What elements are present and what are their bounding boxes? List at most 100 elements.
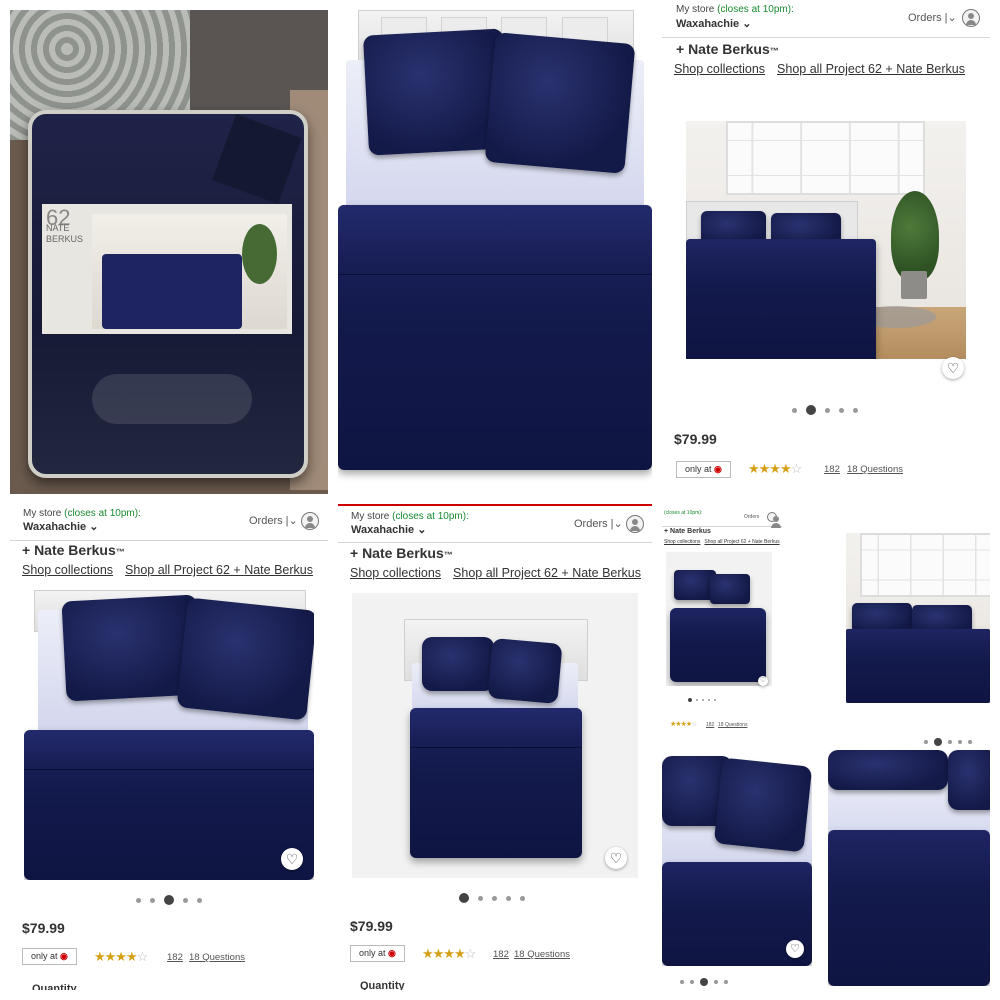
carousel-dot[interactable]	[478, 895, 483, 901]
shop-collections-link[interactable]: Shop collections	[674, 62, 765, 76]
shop-all-link[interactable]: Shop all Project 62 + Nate Berkus	[453, 566, 641, 580]
carousel-dots[interactable]	[680, 978, 728, 986]
favorite-heart-icon[interactable]: ♡	[758, 676, 768, 686]
rating-stars[interactable]: ★★★★☆	[94, 949, 148, 965]
carousel-dot[interactable]	[839, 407, 844, 413]
carousel-dot[interactable]	[150, 897, 155, 903]
store-header: My store (closes at 10pm): Waxahachie ⌄ …	[338, 506, 652, 543]
carousel-dot-active[interactable]	[806, 405, 816, 415]
rating-stars[interactable]: ★★★★☆	[670, 720, 697, 728]
zipper-corner	[212, 114, 302, 204]
product-photo-bed	[828, 750, 990, 986]
favorite-heart-icon[interactable]: ♡	[605, 847, 627, 869]
carousel-dot[interactable]	[714, 699, 716, 701]
carousel-dot[interactable]	[714, 980, 718, 984]
carousel-dot-active[interactable]	[934, 738, 942, 746]
favorite-heart-icon[interactable]: ♡	[281, 848, 303, 870]
carousel-dot[interactable]	[136, 897, 141, 903]
account-avatar-icon[interactable]	[767, 512, 781, 528]
product-photo-room	[686, 121, 966, 359]
carousel-dot[interactable]	[853, 407, 858, 413]
logo-62: 62	[46, 205, 71, 230]
my-store-label: My store (closes at 10pm):	[23, 508, 141, 519]
favorite-heart-icon[interactable]: ♡	[786, 940, 804, 958]
favorite-heart-icon[interactable]: ♡	[942, 357, 964, 379]
shop-collections-link[interactable]: Shop collections	[22, 563, 113, 577]
carousel-dot[interactable]	[948, 740, 952, 744]
questions-link[interactable]: 18 Questions	[514, 949, 570, 960]
carousel-dot[interactable]	[520, 895, 525, 901]
rating-count-link[interactable]: 182	[493, 949, 509, 960]
orders-link[interactable]: Orders |⌄	[249, 514, 298, 527]
carousel-dot[interactable]	[183, 897, 188, 903]
account-avatar-icon[interactable]	[626, 515, 644, 533]
carousel-dot[interactable]	[724, 980, 728, 984]
brand-title: + Nate Berkus™	[350, 545, 453, 561]
screenshot-thumb-b: ★★★★☆ 182 18 Questions ♡	[662, 718, 812, 990]
my-store-label: My store (closes at 10pm):	[676, 4, 794, 15]
rating-count-link[interactable]: 182	[706, 722, 714, 728]
rating-count-link[interactable]: 182	[824, 464, 840, 475]
carousel-dot[interactable]	[690, 980, 694, 984]
carousel-dot[interactable]	[702, 699, 704, 701]
shop-all-link[interactable]: Shop all Project 62 + Nate Berkus	[704, 539, 779, 545]
carousel-dot[interactable]	[506, 895, 511, 901]
orders-link[interactable]: Orders |⌄	[574, 517, 623, 530]
shop-collections-link[interactable]: Shop collections	[664, 539, 700, 545]
carousel-dot[interactable]	[825, 407, 830, 413]
account-avatar-icon[interactable]	[301, 512, 319, 530]
logo-berkus: BERKUS	[46, 234, 84, 244]
carousel-dots[interactable]	[688, 698, 716, 702]
only-at-target-badge: only at ◉	[676, 461, 731, 478]
rating-stars[interactable]: ★★★★☆	[422, 946, 476, 962]
questions-link[interactable]: 18 Questions	[189, 952, 245, 963]
photo-room-thumb	[846, 533, 990, 703]
carousel-dot-active[interactable]	[459, 893, 469, 903]
insert-comforter	[102, 254, 242, 329]
store-header: My store (closes at 10pm): Waxahachie ⌄ …	[662, 0, 990, 38]
carousel-dots[interactable]	[136, 895, 202, 905]
carousel-dot[interactable]	[696, 699, 698, 701]
carousel-dot[interactable]	[968, 740, 972, 744]
carousel-dots[interactable]	[459, 893, 525, 903]
carousel-dots[interactable]	[924, 738, 972, 746]
questions-link[interactable]: 18 Questions	[847, 464, 903, 475]
store-name[interactable]: Waxahachie ⌄	[351, 523, 426, 536]
carousel-dot[interactable]	[680, 980, 684, 984]
carousel-dot[interactable]	[924, 740, 928, 744]
rating-stars[interactable]: ★★★★☆	[748, 461, 802, 477]
shop-all-link[interactable]: Shop all Project 62 + Nate Berkus	[125, 563, 313, 577]
product-photo-bed	[662, 752, 812, 966]
shop-collections-link[interactable]: Shop collections	[350, 566, 441, 580]
room-comforter	[686, 239, 876, 359]
carousel-dot-active[interactable]	[164, 895, 174, 905]
carousel-dot[interactable]	[792, 407, 797, 413]
orders-link[interactable]: Orders |⌄	[908, 11, 957, 24]
carousel-dots[interactable]	[792, 405, 858, 415]
brand-title: + Nate Berkus™	[676, 41, 779, 57]
rating-count-link[interactable]: 182	[167, 952, 183, 963]
chevron-down-icon: ⌄	[89, 521, 99, 533]
product-photo-bed	[24, 590, 314, 880]
room-window	[726, 121, 925, 195]
package-insert: 62 NATE BERKUS	[42, 204, 292, 334]
account-avatar-icon[interactable]	[962, 9, 980, 27]
orders-link[interactable]: Orders	[744, 514, 759, 520]
pillow-left	[828, 750, 948, 790]
carousel-dot[interactable]	[708, 699, 710, 701]
store-name[interactable]: Waxahachie ⌄	[23, 520, 98, 533]
collection-links: Shop collections Shop all Project 62 + Na…	[22, 563, 325, 577]
carousel-dot[interactable]	[197, 897, 202, 903]
carousel-dot-active[interactable]	[688, 698, 692, 702]
screenshot-product-bed-a: My store (closes at 10pm): Waxahachie ⌄ …	[10, 504, 328, 990]
questions-link[interactable]: 18 Questions	[718, 722, 747, 728]
shop-all-link[interactable]: Shop all Project 62 + Nate Berkus	[777, 62, 965, 76]
carousel-dot[interactable]	[492, 895, 497, 901]
pillow-right	[710, 574, 750, 604]
carousel-dot-active[interactable]	[700, 978, 708, 986]
comforter-fold	[410, 708, 582, 748]
collection-links: Shop collections Shop all Project 62 + Na…	[350, 566, 652, 580]
photo-bed-crop	[828, 718, 990, 990]
carousel-dot[interactable]	[958, 740, 962, 744]
store-name[interactable]: Waxahachie ⌄	[676, 17, 751, 30]
